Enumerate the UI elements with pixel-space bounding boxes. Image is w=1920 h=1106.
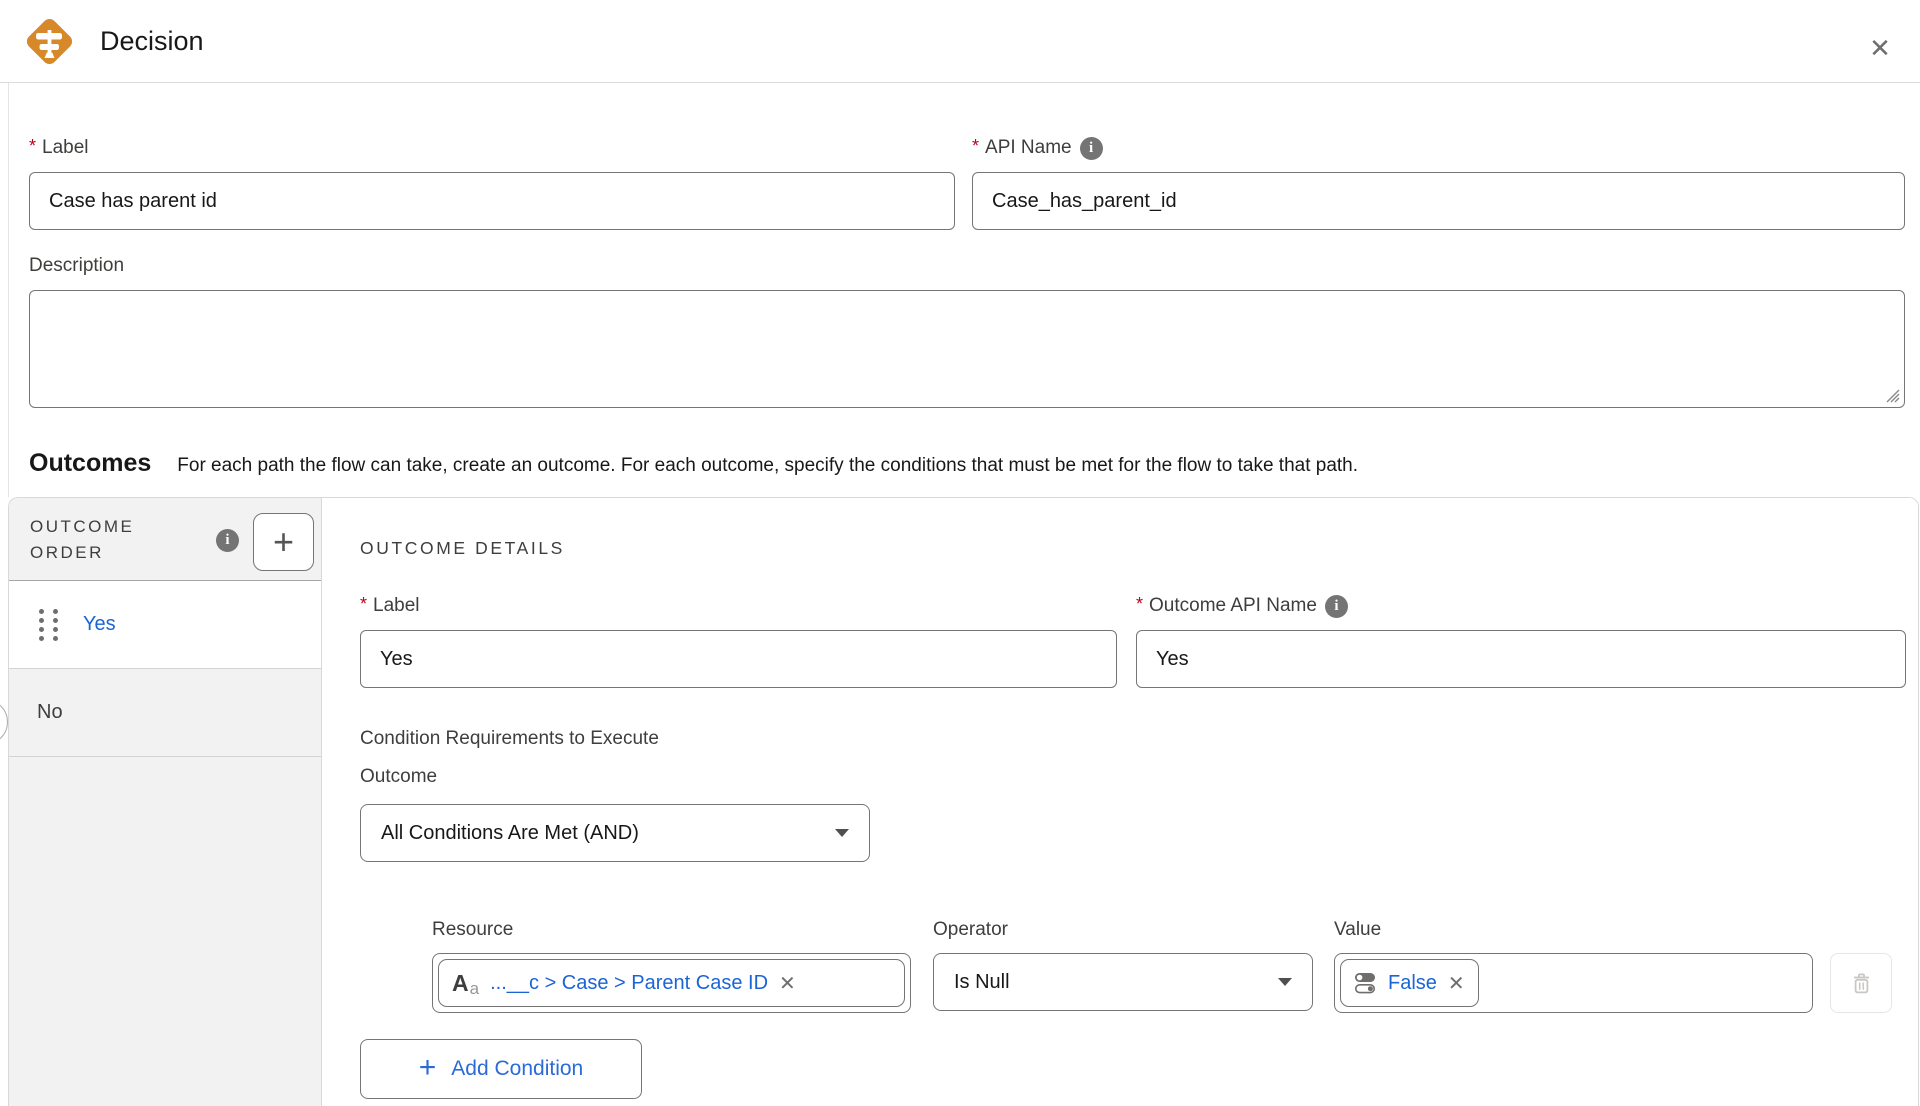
outcome-api-name-field-group: * Outcome API Name i (1136, 594, 1906, 688)
drag-handle-icon[interactable] (39, 609, 58, 641)
operator-label: Operator (933, 919, 1008, 941)
resource-pill[interactable]: Aa ...__c > Case > Parent Case ID ✕ (438, 959, 905, 1007)
label-field-group: * Label (29, 136, 955, 230)
outcome-order-heading: OUTCOME ORDER (30, 514, 190, 566)
description-field-group: Description (29, 254, 1905, 408)
outcomes-section-header: Outcomes For each path the flow can take… (29, 449, 1358, 478)
value-label: Value (1334, 919, 1381, 941)
value-combobox[interactable]: False ✕ (1334, 953, 1813, 1013)
info-icon[interactable]: i (216, 529, 239, 552)
condition-requirements-select[interactable]: All Conditions Are Met (AND) (360, 804, 870, 862)
outcome-item-no[interactable]: No (9, 669, 321, 757)
resource-label: Resource (432, 919, 513, 941)
dropdown-caret-icon (1278, 978, 1292, 986)
dialog-title: Decision (100, 0, 204, 83)
required-asterisk: * (972, 136, 979, 157)
required-asterisk: * (360, 594, 367, 615)
text-type-icon: Aa (452, 972, 479, 995)
outcomes-subtitle: For each path the flow can take, create … (177, 455, 1358, 477)
api-name-field-label: * API Name i (972, 136, 1905, 160)
description-field-label: Description (29, 254, 1905, 278)
resource-pill-text: ...__c > Case > Parent Case ID (490, 972, 768, 995)
outcome-api-name-field-label: * Outcome API Name i (1136, 594, 1906, 618)
operator-select[interactable]: Is Null (933, 953, 1313, 1011)
dialog-left-edge (8, 83, 9, 497)
required-asterisk: * (1136, 594, 1143, 615)
label-field-label: * Label (29, 136, 955, 160)
add-outcome-button[interactable]: + (253, 513, 314, 571)
condition-requirements-select-group: All Conditions Are Met (AND) (360, 792, 870, 862)
info-icon[interactable]: i (1325, 595, 1348, 618)
remove-resource-icon[interactable]: ✕ (779, 971, 796, 996)
outcomes-heading: Outcomes (29, 449, 151, 478)
dialog-header: Decision ✕ (0, 0, 1920, 83)
outcome-order-panel: OUTCOME ORDER i + Yes No (9, 498, 322, 1106)
description-textarea[interactable] (29, 290, 1905, 408)
label-input[interactable] (29, 172, 955, 230)
close-icon[interactable]: ✕ (1862, 30, 1898, 66)
decision-icon (21, 13, 78, 70)
operator-value: Is Null (954, 971, 1010, 994)
outcome-label-field-label: * Label (360, 594, 1117, 618)
dropdown-caret-icon (835, 829, 849, 837)
operator-select-group: Is Null (933, 941, 1313, 1011)
resource-combobox[interactable]: Aa ...__c > Case > Parent Case ID ✕ (432, 953, 911, 1013)
value-pill-text: False (1388, 972, 1437, 995)
outcome-details-heading: OUTCOME DETAILS (360, 538, 565, 559)
add-condition-button[interactable]: + Add Condition (360, 1039, 642, 1099)
outcome-label-field-group: * Label (360, 594, 1117, 688)
condition-requirements-label: Condition Requirements to Execute Outcom… (360, 720, 705, 796)
canvas-edge-artifact (0, 699, 8, 745)
plus-icon: + (419, 1051, 437, 1085)
add-condition-label: Add Condition (451, 1057, 583, 1081)
outcome-item-yes[interactable]: Yes (9, 581, 321, 669)
outcome-details-panel: OUTCOME DETAILS * Label * Outcome API Na… (323, 498, 1919, 1106)
value-pill[interactable]: False ✕ (1340, 959, 1479, 1007)
trash-icon (1851, 972, 1872, 995)
outcomes-container: OUTCOME ORDER i + Yes No OUTCOME DETAILS… (8, 497, 1919, 1106)
outcome-order-header: OUTCOME ORDER i + (9, 498, 321, 581)
remove-value-icon[interactable]: ✕ (1448, 971, 1465, 996)
api-name-field-group: * API Name i (972, 136, 1905, 230)
outcome-item-label: Yes (83, 613, 116, 636)
api-name-input[interactable] (972, 172, 1905, 230)
outcome-api-name-input[interactable] (1136, 630, 1906, 688)
outcome-label-input[interactable] (360, 630, 1117, 688)
resize-grip-icon[interactable] (1884, 387, 1901, 404)
decision-editor-dialog: Decision ✕ * Label * API Name i Descript… (0, 0, 1920, 1106)
info-icon[interactable]: i (1080, 137, 1103, 160)
condition-requirements-value: All Conditions Are Met (AND) (381, 822, 639, 845)
required-asterisk: * (29, 136, 36, 157)
outcome-item-label: No (37, 701, 63, 724)
boolean-toggle-icon (1354, 972, 1377, 994)
delete-condition-button[interactable] (1830, 953, 1892, 1013)
